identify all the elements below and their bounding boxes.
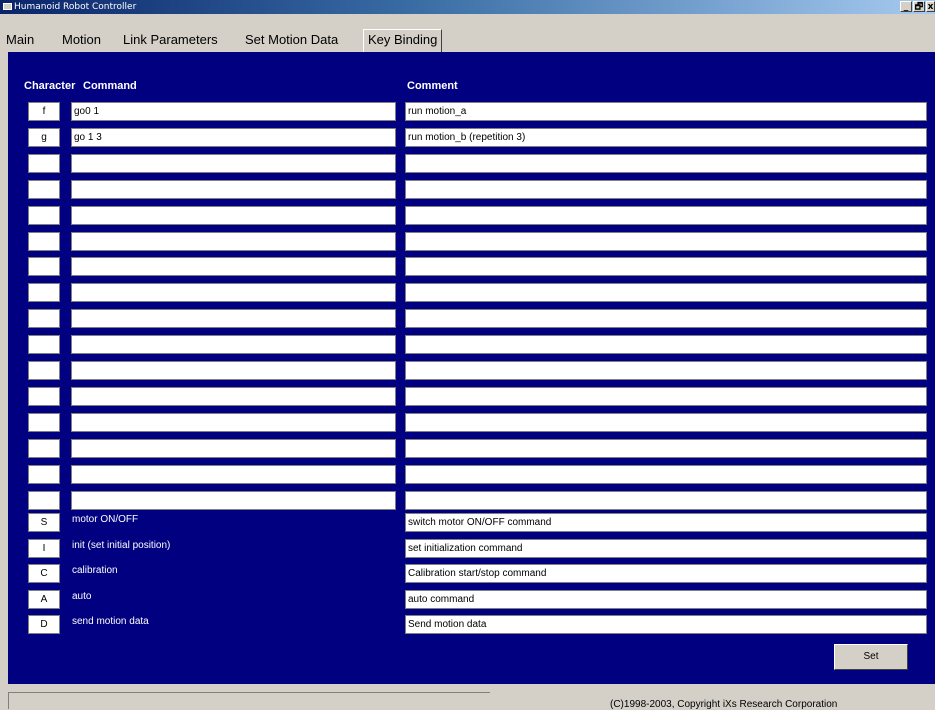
system-comment-field[interactable]: set initialization command bbox=[405, 539, 927, 558]
tab-motion[interactable]: Motion bbox=[62, 30, 101, 50]
key-field[interactable] bbox=[28, 206, 60, 225]
character-header: Character bbox=[24, 80, 76, 92]
command-header: Command bbox=[83, 80, 137, 92]
tab-key-binding[interactable]: Key Binding bbox=[363, 29, 443, 52]
comment-field[interactable] bbox=[405, 154, 927, 173]
key-field[interactable] bbox=[28, 257, 60, 276]
comment-field[interactable] bbox=[405, 335, 927, 354]
key-field[interactable] bbox=[28, 154, 60, 173]
command-field[interactable] bbox=[71, 232, 396, 251]
title-bar: Humanoid Robot Controller _ 🗗 x bbox=[0, 0, 935, 14]
system-key-field: S bbox=[28, 513, 60, 532]
key-binding-panel: Character Command Comment f go0 1 run moti… bbox=[8, 52, 935, 684]
system-command-label: calibration bbox=[72, 565, 118, 576]
comment-field[interactable] bbox=[405, 180, 927, 199]
command-field[interactable] bbox=[71, 154, 396, 173]
system-comment-field[interactable]: auto command bbox=[405, 590, 927, 609]
minimize-button[interactable]: _ bbox=[900, 1, 912, 12]
comment-field[interactable] bbox=[405, 465, 927, 484]
system-key-field: D bbox=[28, 615, 60, 634]
key-field[interactable] bbox=[28, 232, 60, 251]
key-field[interactable] bbox=[28, 283, 60, 302]
command-field[interactable]: go0 1 bbox=[71, 102, 396, 121]
key-field[interactable] bbox=[28, 387, 60, 406]
restore-button[interactable]: 🗗 bbox=[913, 1, 925, 12]
system-comment-field[interactable]: Send motion data bbox=[405, 615, 927, 634]
command-field[interactable] bbox=[71, 439, 396, 458]
system-command-label: send motion data bbox=[72, 616, 149, 627]
system-comment-field[interactable]: Calibration start/stop command bbox=[405, 564, 927, 583]
tab-main[interactable]: Main bbox=[6, 30, 34, 50]
key-field[interactable] bbox=[28, 309, 60, 328]
key-field[interactable] bbox=[28, 439, 60, 458]
comment-field[interactable] bbox=[405, 361, 927, 380]
key-field[interactable] bbox=[28, 361, 60, 380]
system-command-label: auto bbox=[72, 591, 92, 602]
tab-set-motion-data[interactable]: Set Motion Data bbox=[245, 30, 338, 50]
comment-field[interactable] bbox=[405, 232, 927, 251]
command-field[interactable] bbox=[71, 180, 396, 199]
system-key-field: C bbox=[28, 564, 60, 583]
command-field[interactable] bbox=[71, 413, 396, 432]
comment-field[interactable] bbox=[405, 387, 927, 406]
command-field[interactable] bbox=[71, 465, 396, 484]
command-field[interactable] bbox=[71, 257, 396, 276]
comment-field[interactable]: run motion_b (repetition 3) bbox=[405, 128, 927, 147]
comment-field[interactable] bbox=[405, 283, 927, 302]
key-field[interactable]: f bbox=[28, 102, 60, 121]
copyright-text: (C)1998-2003, Copyright iXs Research Cor… bbox=[610, 699, 838, 710]
close-button[interactable]: x bbox=[926, 1, 935, 12]
command-field[interactable] bbox=[71, 309, 396, 328]
system-comment-field[interactable]: switch motor ON/OFF command bbox=[405, 513, 927, 532]
command-field[interactable] bbox=[71, 206, 396, 225]
system-key-field: A bbox=[28, 590, 60, 609]
key-field[interactable] bbox=[28, 180, 60, 199]
comment-field[interactable] bbox=[405, 309, 927, 328]
system-command-label: init (set initial position) bbox=[72, 540, 171, 551]
comment-field[interactable] bbox=[405, 257, 927, 276]
set-button[interactable]: Set bbox=[834, 644, 908, 670]
command-field[interactable] bbox=[71, 283, 396, 302]
comment-field[interactable] bbox=[405, 439, 927, 458]
comment-field[interactable]: run motion_a bbox=[405, 102, 927, 121]
command-field[interactable] bbox=[71, 491, 396, 510]
window-title: Humanoid Robot Controller bbox=[14, 2, 137, 12]
command-field[interactable]: go 1 3 bbox=[71, 128, 396, 147]
command-field[interactable] bbox=[71, 361, 396, 380]
comment-field[interactable] bbox=[405, 413, 927, 432]
tab-link-parameters[interactable]: Link Parameters bbox=[123, 30, 218, 50]
status-bar bbox=[8, 692, 490, 709]
key-field[interactable] bbox=[28, 465, 60, 484]
key-field[interactable] bbox=[28, 413, 60, 432]
menu-bar: Main Motion Link Parameters Set Motion D… bbox=[0, 14, 935, 52]
comment-field[interactable] bbox=[405, 491, 927, 510]
app-icon bbox=[3, 3, 12, 10]
command-field[interactable] bbox=[71, 335, 396, 354]
system-key-field: I bbox=[28, 539, 60, 558]
key-field[interactable]: g bbox=[28, 128, 60, 147]
key-field[interactable] bbox=[28, 491, 60, 510]
command-field[interactable] bbox=[71, 387, 396, 406]
key-field[interactable] bbox=[28, 335, 60, 354]
comment-field[interactable] bbox=[405, 206, 927, 225]
system-command-label: motor ON/OFF bbox=[72, 514, 139, 525]
comment-header: Comment bbox=[407, 80, 458, 92]
